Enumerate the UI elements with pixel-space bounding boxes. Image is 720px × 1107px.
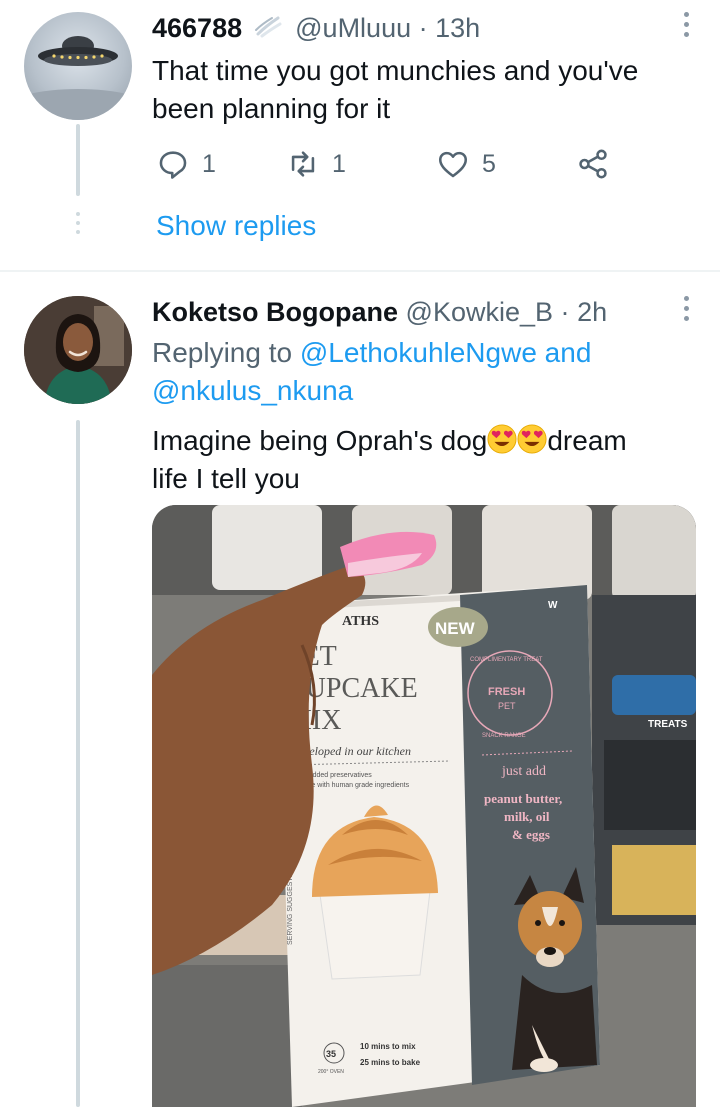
more-options-icon[interactable] xyxy=(680,12,692,42)
heart-eyes-emoji-icon xyxy=(487,424,517,454)
brand-partial: ATHS xyxy=(342,614,379,629)
tweet-1[interactable]: 466788 @uMluuu · 13h That time you got m… xyxy=(0,0,720,272)
tweet-header: 466788 @uMluuu · 13h xyxy=(152,8,700,48)
wind-emoji-icon xyxy=(254,16,282,38)
tweet-text-part-2: dream xyxy=(547,425,627,456)
share-button[interactable] xyxy=(576,147,610,181)
reply-count: 1 xyxy=(202,149,216,178)
reply-button[interactable]: 1 xyxy=(156,147,216,181)
seal-fresh: FRESH xyxy=(488,686,525,698)
share-icon xyxy=(579,149,607,179)
handle[interactable]: @uMluuu xyxy=(295,13,411,43)
pet-cupcake-mix-photo: TREATS ATHS W NEW PET CUPCAKE MIX Develo… xyxy=(152,505,696,1107)
show-replies-link[interactable]: Show replies xyxy=(156,210,316,242)
ingredients-3: & eggs xyxy=(512,827,550,842)
mention-link[interactable]: @LethokuhleNgwe xyxy=(300,337,537,368)
replying-to-label: Replying to xyxy=(152,337,293,368)
shelf-label: TREATS xyxy=(648,719,688,730)
replying-to: Replying to @LethokuhleNgwe and @nkulus_… xyxy=(152,334,700,410)
seal-top: COMPLIMENTARY TREAT xyxy=(470,657,543,663)
ingredients-1: peanut butter, xyxy=(484,791,562,806)
tweet-text-line-1: That time you got munchies and you've xyxy=(152,55,639,86)
separator: · xyxy=(560,297,570,327)
display-name[interactable]: Koketso Bogopane xyxy=(152,297,398,327)
oven-temp: 200° OVEN xyxy=(318,1069,344,1075)
tweet-image[interactable]: TREATS ATHS W NEW PET CUPCAKE MIX Develo… xyxy=(152,505,696,1107)
like-button[interactable]: 5 xyxy=(436,147,496,181)
reply-icon xyxy=(159,151,187,179)
timestamp[interactable]: 13h xyxy=(435,13,480,43)
just-add: just add xyxy=(501,764,546,779)
corner-letter: W xyxy=(548,600,558,611)
action-bar: 1 1 5 xyxy=(152,144,620,184)
time-badge: 35 xyxy=(326,1049,336,1059)
retweet-button[interactable]: 1 xyxy=(286,147,346,181)
tweet-text-line-2: life I tell you xyxy=(152,463,300,494)
seal-bottom: SNACK RANGE xyxy=(482,733,526,739)
mention-link[interactable]: @nkulus_nkuna xyxy=(152,375,353,406)
tweet-text-line-2: been planning for it xyxy=(152,93,391,124)
product-box: ATHS W NEW PET CUPCAKE MIX Developed in … xyxy=(277,585,600,1107)
retweet-icon xyxy=(291,151,315,177)
separator: · xyxy=(418,13,428,43)
new-badge: NEW xyxy=(435,619,476,638)
heart-icon xyxy=(438,151,468,178)
ufo-image xyxy=(24,36,132,120)
tweet-text: That time you got munchies and you've be… xyxy=(152,52,700,128)
retweet-count: 1 xyxy=(332,149,346,178)
seal-pet: PET xyxy=(498,701,516,711)
thread-line xyxy=(76,124,80,196)
bake-time: 25 mins to bake xyxy=(360,1058,421,1067)
replying-and[interactable]: and xyxy=(545,337,592,368)
tweet-header: Koketso Bogopane @Kowkie_B · 2h xyxy=(152,292,700,332)
display-name[interactable]: 466788 xyxy=(152,13,242,43)
ingredients-2: milk, oil xyxy=(504,809,550,824)
heart-eyes-emoji-icon xyxy=(517,424,547,454)
like-count: 5 xyxy=(482,149,496,178)
more-options-icon[interactable] xyxy=(680,296,692,326)
profile-photo xyxy=(24,296,132,404)
tweet-text-part-1: Imagine being Oprah's dog xyxy=(152,425,488,456)
avatar-koketso[interactable] xyxy=(24,296,132,404)
mix-time: 10 mins to mix xyxy=(360,1042,416,1051)
thread-dots xyxy=(72,212,84,239)
avatar-ufo[interactable] xyxy=(24,12,132,120)
handle[interactable]: @Kowkie_B xyxy=(406,297,553,327)
timestamp[interactable]: 2h xyxy=(577,297,607,327)
tweet-text: Imagine being Oprah's dog dream life I te… xyxy=(152,422,700,498)
thread-line xyxy=(76,420,80,1107)
